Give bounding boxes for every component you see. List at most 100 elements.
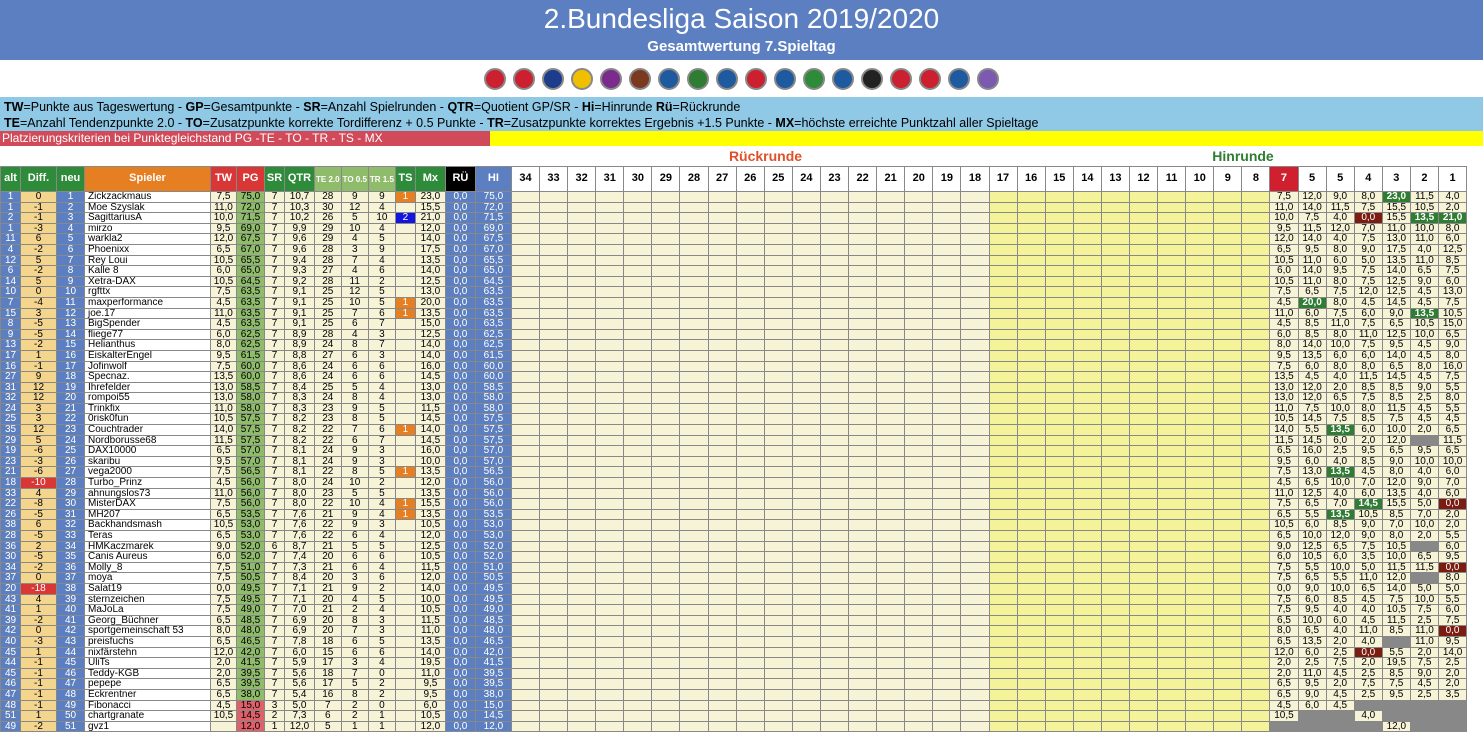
column-header-day[interactable]: 34	[510, 166, 541, 192]
column-header-day[interactable]: 21	[876, 166, 906, 192]
table-row[interactable]: 20 -18 38 Salat19 0,0 49,5 7 7,1 21 9 2 14,0 0,0 49,5…	[0, 582, 1468, 595]
table-row[interactable]: 32 12 20 rompoi55 13,0 58,0 7 8,3 24 8 4 13,0 0,0 58,…	[0, 392, 1468, 404]
table-row[interactable]: 49 -2 51 gvz1 12,0 1 12,0 5 1 1 12,0 0,0 12,0 12,0	[0, 720, 1468, 733]
column-header-tr[interactable]: TR 1.5	[367, 166, 396, 192]
table-row[interactable]: 24 3 21 Trinkfix 11,0 58,0 7 8,3 23 9 5 11,5 0,0 58,0…	[0, 402, 1468, 415]
column-header-diff[interactable]: Diff.	[20, 166, 57, 192]
table-row[interactable]: 42 0 42 sportgemeinschaft 53 8,0 48,0 7 6,9 20 7 3…	[0, 625, 1468, 637]
column-header-day[interactable]: 15	[1044, 166, 1074, 192]
column-header-day[interactable]: 23	[819, 166, 850, 192]
column-header-day[interactable]: 16	[1016, 166, 1046, 192]
column-header-day[interactable]: 3	[1381, 166, 1411, 192]
table-row[interactable]: 35 12 23 Couchtrader 14,0 57,5 7 8,2 22 7 6 1 14,0 0,…	[0, 424, 1468, 436]
table-row[interactable]: 46 -1 47 pepepe 6,5 39,5 7 5,6 17 5 2 9,5 0,0 39,5 6,5…	[0, 678, 1468, 690]
table-row[interactable]: 44 -1 45 UliTs 2,0 41,5 7 5,9 17 3 4 19,5 0,0 41,5 2,0…	[0, 657, 1468, 669]
table-row[interactable]: 45 -1 46 Teddy-KGB 2,0 39,5 7 5,6 18 7 0 11,0 0,0 39,…	[0, 667, 1468, 680]
table-row[interactable]: 16 -1 17 Jofinwolf 7,5 60,0 7 8,6 24 6 6 16,0 0,0 60,…	[0, 360, 1468, 373]
column-header-day[interactable]: 1	[1437, 166, 1468, 192]
table-row[interactable]: 14 5 9 Xetra-DAX 10,5 64,5 7 9,2 28 11 2 12,5 0,0 64,…	[0, 275, 1468, 288]
column-header-day[interactable]: 11	[1157, 166, 1187, 192]
column-header-day[interactable]: 17	[988, 166, 1018, 192]
table-row[interactable]: 40 -3 43 preisfuchs 6,5 46,5 7 7,8 18 6 5 13,5 0,0 46…	[0, 635, 1468, 648]
column-header-day[interactable]: 18	[960, 166, 990, 192]
column-header-day[interactable]: 2	[1409, 166, 1440, 192]
table-row[interactable]: 27 9 18 Specnaz. 13,5 60,0 7 8,6 24 6 6 14,5 0,0 60,0…	[0, 371, 1468, 383]
column-header-day[interactable]: 13	[1100, 166, 1130, 192]
column-header-alt[interactable]: alt	[0, 166, 21, 192]
table-row[interactable]: 21 -6 27 vega2000 7,5 56,5 7 8,1 22 8 5 1 13,5 0,0 56,…	[0, 466, 1468, 479]
column-header-to[interactable]: TO 0.5	[340, 166, 369, 192]
table-row[interactable]: 13 -2 15 Helianthus 8,0 62,5 7 8,9 24 8 7 14,0 0,0 62…	[0, 339, 1468, 351]
table-row[interactable]: 38 6 32 Backhandsmash 10,5 53,0 7 7,6 22 9 3 10,5 0,…	[0, 519, 1468, 531]
table-row[interactable]: 37 0 37 moya 7,5 50,5 7 8,4 20 3 6 12,0 0,0 50,5 7,5 6,…	[0, 572, 1468, 584]
column-header-day[interactable]: 32	[567, 166, 597, 192]
column-header-day[interactable]: 5	[1325, 166, 1355, 192]
table-row[interactable]: 18 -10 28 Turbo_Prinz 4,5 56,0 7 8,0 24 10 2 12,0 0,…	[0, 477, 1468, 489]
table-row[interactable]: 29 5 24 Nordborusse68 11,5 57,5 7 8,2 22 6 7 14,5 0,…	[0, 434, 1468, 447]
column-header-neu[interactable]: neu	[56, 166, 85, 192]
table-row[interactable]: 23 -3 26 skaribu 9,5 57,0 7 8,1 24 9 3 10,0 0,0 57,0 9…	[0, 455, 1468, 468]
column-header-day[interactable]: 26	[735, 166, 765, 192]
table-row[interactable]: 15 3 12 joe.17 11,0 63,5 7 9,1 25 7 6 1 13,5 0,0 63,5 1…	[0, 307, 1468, 320]
table-row[interactable]: 1 0 1 Zickzackmaus 7,5 75,0 7 10,7 28 9 9 1 23,0 0,0 7…	[0, 191, 1468, 203]
table-row[interactable]: 41 1 40 MaJoLa 7,5 49,0 7 7,0 21 2 4 10,5 0,0 49,0 7,5…	[0, 604, 1468, 616]
column-header-day[interactable]: 22	[848, 166, 878, 192]
table-row[interactable]: 19 -6 25 DAX10000 6,5 57,0 7 8,1 24 9 3 16,0 0,0 57,0…	[0, 445, 1468, 457]
column-header-day[interactable]: 19	[932, 166, 962, 192]
table-row[interactable]: 11 6 5 warkla2 12,0 67,5 7 9,6 29 4 5 14,0 0,0 67,5 12…	[0, 233, 1468, 245]
table-row[interactable]: 47 -1 48 Eckrentner 6,5 38,0 7 5,4 16 8 2 9,5 0,0 38,…	[0, 688, 1468, 701]
column-header-day[interactable]: 14	[1072, 166, 1102, 192]
table-row[interactable]: 25 3 22 0risk0fun 10,5 57,5 7 8,2 23 8 5 14,5 0,0 57,…	[0, 413, 1468, 426]
table-row[interactable]: 1 -1 2 Moe Szyslak 11,0 72,0 7 10,3 30 12 4 15,5 0,0…	[0, 201, 1468, 214]
table-row[interactable]: 12 5 7 Rey Loui 10,5 65,5 7 9,4 28 7 4 13,5 0,0 65,5 1…	[0, 254, 1468, 267]
column-header-day[interactable]: 28	[679, 166, 709, 192]
column-header-day[interactable]: 10	[1185, 166, 1215, 192]
column-header-day[interactable]: 24	[791, 166, 821, 192]
table-row[interactable]: 43 4 39 sternzeichen 7,5 49,5 7 7,1 20 4 5 10,0 0,0 4…	[0, 593, 1468, 606]
column-header-ru[interactable]: RÜ	[444, 166, 476, 192]
table-row[interactable]: 51 1 50 chartgranate 10,5 14,5 2 7,3 6 2 1 10,5 0,0 1…	[0, 710, 1468, 722]
table-row[interactable]: 10 0 10 rgfttx 7,5 63,5 7 9,1 25 12 5 13,0 0,0 63,5 7,…	[0, 286, 1468, 298]
column-header-tw[interactable]: TW	[210, 166, 237, 192]
column-header-pg[interactable]: PG	[236, 166, 265, 192]
table-row[interactable]: 7 -4 11 maxperformance 4,5 63,5 7 9,1 25 10 5 1 20,0…	[0, 296, 1468, 309]
column-header-hi[interactable]: HI	[474, 166, 512, 192]
table-row[interactable]: 33 4 29 ahnungslos73 11,0 56,0 7 8,0 23 5 5 13,5 0,0…	[0, 487, 1468, 500]
table-row[interactable]: 34 -2 36 Molly_8 7,5 51,0 7 7,3 21 6 4 11,5 0,0 51,0 7…	[0, 561, 1468, 574]
column-header-sr[interactable]: SR	[264, 166, 285, 192]
column-header-day[interactable]: 8	[1241, 166, 1271, 192]
table-row[interactable]: 48 -1 49 Fibonacci 4,5 15,0 3 5,0 7 2 0 6,0 0,0 15,0 4…	[0, 699, 1468, 712]
table-row[interactable]: 22 -8 30 MisterDAX 7,5 56,0 7 8,0 22 10 4 1 15,5 0,0 5…	[0, 498, 1468, 510]
table-row[interactable]: 36 2 34 HMKaczmarek 9,0 52,0 6 8,7 21 5 5 12,5 0,0 52…	[0, 540, 1468, 553]
column-header-day[interactable]: 29	[651, 166, 681, 192]
column-header-day[interactable]: 30	[623, 166, 653, 192]
column-header-spieler[interactable]: Spieler	[84, 166, 211, 192]
table-row[interactable]: 28 -5 33 Teras 6,5 53,0 7 7,6 22 6 4 12,0 0,0 53,0 6,5…	[0, 530, 1468, 542]
column-header-day[interactable]: 4	[1353, 166, 1383, 192]
column-header-day[interactable]: 9	[1213, 166, 1243, 192]
table-row[interactable]: 2 -1 3 SagittariusA 10,0 71,5 7 10,2 26 5 10 2 21,0 0…	[0, 212, 1468, 224]
table-row[interactable]: 26 -5 31 MH207 6,5 53,5 7 7,6 21 9 4 1 13,5 0,0 53,5 6,…	[0, 508, 1468, 521]
table-row[interactable]: 8 -5 13 BigSpender 4,5 63,5 7 9,1 25 6 7 15,0 0,0 63,…	[0, 318, 1468, 330]
table-row[interactable]: 45 1 44 nixfärstehn 12,0 42,0 7 6,0 15 6 6 14,0 0,0 4…	[0, 646, 1468, 659]
column-header-day[interactable]: 5	[1297, 166, 1327, 192]
column-header-day[interactable]: 27	[707, 166, 737, 192]
column-header-day[interactable]: 25	[763, 166, 793, 192]
column-header-day[interactable]: 31	[595, 166, 625, 192]
table-row[interactable]: 1 -3 4 mirzo 9,5 69,0 7 9,9 29 10 4 12,0 0,0 69,0 9,5 1…	[0, 222, 1468, 235]
column-header-day[interactable]: 20	[904, 166, 934, 192]
table-row[interactable]: 30 -5 35 Canis Aureus 6,0 52,0 7 7,4 20 6 6 10,5 0,0…	[0, 551, 1468, 563]
column-header-day[interactable]: 33	[538, 166, 569, 192]
table-row[interactable]: 4 -2 6 Phoenixx 6,5 67,0 7 9,6 28 3 9 17,5 0,0 67,0 6,…	[0, 243, 1468, 256]
table-row[interactable]: 9 -5 14 fliege77 6,0 62,5 7 8,9 28 4 3 12,5 0,0 62,5 6…	[0, 328, 1468, 341]
table-row[interactable]: 17 1 16 EiskalterEngel 9,5 61,5 7 8,8 27 6 3 14,0 0,…	[0, 349, 1468, 362]
column-header-day[interactable]: 12	[1128, 166, 1159, 192]
table-row[interactable]: 6 -2 8 Kalle 8 6,0 65,0 7 9,3 27 4 6 14,0 0,0 65,0 6,0…	[0, 265, 1468, 277]
column-header-day[interactable]: 7	[1269, 166, 1299, 192]
column-header-te[interactable]: TE 2.0	[314, 166, 342, 192]
column-header-qtr[interactable]: QTR	[284, 166, 315, 192]
column-header-mx[interactable]: Mx	[414, 166, 446, 192]
table-row[interactable]: 39 -2 41 Georg_Büchner 6,5 48,5 7 6,9 20 8 3 11,5 0,…	[0, 614, 1468, 627]
column-header-ts[interactable]: TS	[394, 166, 416, 192]
table-row[interactable]: 31 12 19 Ihrefelder 13,0 58,5 7 8,4 25 5 4 13,0 0,0 5…	[0, 381, 1468, 394]
